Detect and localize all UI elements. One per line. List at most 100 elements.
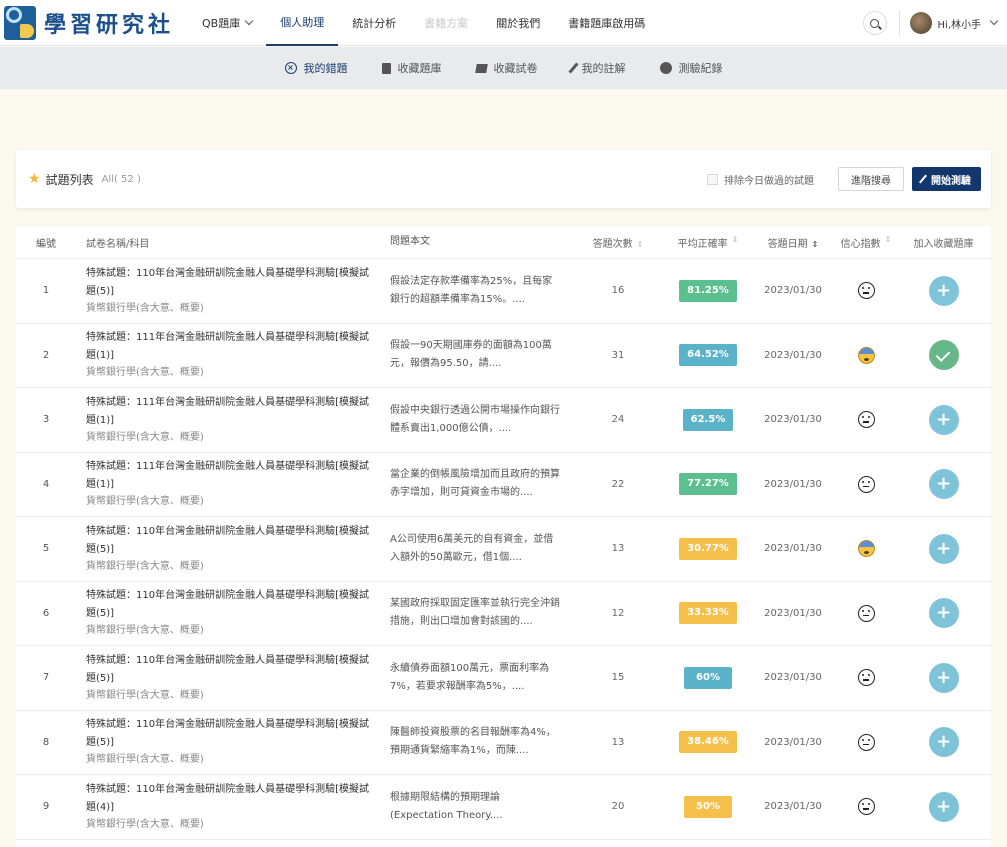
- avatar[interactable]: [909, 12, 932, 34]
- checkbox[interactable]: [707, 173, 718, 185]
- col-date[interactable]: 答題日期 ⇕: [750, 235, 836, 250]
- question-text[interactable]: A公司使用6萬美元的自有資金，並借入額外的50萬歐元，借1個....: [390, 531, 570, 567]
- add-to-collection-button[interactable]: +: [928, 727, 959, 758]
- search-icon: [870, 18, 880, 28]
- nav-item-label: QB題庫: [202, 16, 241, 30]
- subnav-item-label: 收藏題庫: [397, 62, 442, 75]
- question-text[interactable]: 當企業的倒帳風險增加而且政府的預算赤字增加，則可貸資金市場的....: [390, 466, 570, 502]
- exam-name[interactable]: 特殊試題：111年台灣金融研訓院金融人員基礎學科測驗[模擬試題(1)]: [86, 329, 378, 365]
- divider: [898, 10, 900, 36]
- nav-item-3: 書籍方案: [410, 0, 482, 46]
- question-text[interactable]: 假設一90天期國庫券的面額為100萬元，報價為95.50，請....: [390, 337, 570, 373]
- col-rate[interactable]: 平均正確率 ⇕: [666, 235, 750, 250]
- question-text[interactable]: 永續債券面額100萬元，票面利率為7%，若要求報酬率為5%，....: [390, 660, 570, 696]
- answer-date: 2023/01/30: [764, 543, 822, 555]
- exam-name[interactable]: 特殊試題：111年台灣金融研訓院金融人員基礎學科測驗[模擬試題(1)]: [86, 458, 378, 494]
- nav-item-label: 個人助理: [280, 15, 325, 29]
- neutral-face-icon[interactable]: [857, 604, 875, 622]
- question-text[interactable]: 根據期限結構的預期理論(Expectation Theory....: [390, 789, 570, 825]
- add-cell: +: [896, 533, 991, 564]
- nav-item-2[interactable]: 統計分析: [338, 0, 410, 46]
- col-no: 編號: [36, 238, 56, 250]
- table-row[interactable]: 1 特殊試題：110年台灣金融研訓院金融人員基礎學科測驗[模擬試題(5)] 貨幣銀行…: [16, 259, 991, 324]
- subnav-item-0[interactable]: × 我的錯題: [284, 60, 348, 76]
- book-icon: [381, 62, 391, 74]
- question-text[interactable]: 假設中央銀行透過公開市場操作向銀行體系賣出1,000億公債，....: [390, 402, 570, 438]
- exclude-today-label: 排除今日做過的試題: [724, 175, 814, 187]
- question-text[interactable]: 某國政府採取固定匯率並執行完全沖銷措施，則出口增加會對該國的....: [390, 595, 570, 631]
- neutral-face-icon[interactable]: [857, 411, 875, 429]
- table-header: 編號 試卷名稱/科目 問題本文 答題次數 ⇕ 平均正確率 ⇕ 答題日期 ⇕ 信心指數 ⇕…: [16, 226, 991, 259]
- worried-face-icon[interactable]: [857, 346, 875, 364]
- exclude-today-checkbox[interactable]: 排除今日做過的試題: [707, 172, 814, 187]
- exam-subject: 貨幣銀行學(含大意、概要): [86, 367, 204, 379]
- exam-name[interactable]: 特殊試題：111年台灣金融研訓院金融人員基礎學科測驗[模擬試題(1)]: [86, 394, 378, 430]
- col-times[interactable]: 答題次數 ⇕: [570, 235, 666, 250]
- exam-name[interactable]: 特殊試題：110年台灣金融研訓院金融人員基礎學科測驗[模擬試題(5)]: [86, 523, 378, 559]
- neutral-face-icon[interactable]: [857, 669, 875, 687]
- list-title: 試題列表: [45, 172, 94, 187]
- start-test-button[interactable]: 開始測驗: [912, 167, 981, 191]
- exam-name-cell: 特殊試題：111年台灣金融研訓院金融人員基礎學科測驗[模擬試題(1)] 貨幣銀行學…: [76, 458, 390, 510]
- accuracy-badge: 62.5%: [682, 408, 734, 431]
- clock-icon: [659, 62, 672, 74]
- table-row[interactable]: 2 特殊試題：111年台灣金融研訓院金融人員基礎學科測驗[模擬試題(1)] 貨幣銀行…: [16, 324, 991, 388]
- row-number: 3: [42, 414, 50, 426]
- answer-date: 2023/01/30: [764, 285, 822, 297]
- table-row[interactable]: 8 特殊試題：110年台灣金融研訓院金融人員基礎學科測驗[模擬試題(5)] 貨幣銀行…: [16, 711, 991, 775]
- accuracy-badge: 77.27%: [679, 473, 737, 496]
- table-row[interactable]: 7 特殊試題：110年台灣金融研訓院金融人員基礎學科測驗[模擬試題(5)] 貨幣銀行…: [16, 646, 991, 711]
- answer-count: 22: [611, 478, 625, 490]
- nav-item-4[interactable]: 關於我們: [482, 0, 554, 46]
- neutral-face-icon[interactable]: [857, 733, 875, 751]
- question-text[interactable]: 陳醫師投資股票的名目報酬率為4%，預期通貨緊縮率為1%，而陳....: [390, 724, 570, 760]
- x-circle-icon: ×: [284, 62, 297, 74]
- neutral-face-icon[interactable]: [857, 282, 875, 300]
- subnav-item-1[interactable]: 收藏題庫: [381, 60, 442, 76]
- user-greeting[interactable]: Hi,林小手: [938, 16, 981, 31]
- subnav-item-4[interactable]: 測驗紀錄: [659, 60, 723, 76]
- collected-check-button[interactable]: [928, 340, 959, 371]
- table-row[interactable]: 4 特殊試題：111年台灣金融研訓院金融人員基礎學科測驗[模擬試題(1)] 貨幣銀行…: [16, 453, 991, 517]
- exam-name[interactable]: 特殊試題：110年台灣金融研訓院金融人員基礎學科測驗[模擬試題(4)]: [86, 781, 378, 817]
- table-row[interactable]: 6 特殊試題：110年台灣金融研訓院金融人員基礎學科測驗[模擬試題(5)] 貨幣銀行…: [16, 582, 991, 646]
- table-row[interactable]: 9 特殊試題：110年台灣金融研訓院金融人員基礎學科測驗[模擬試題(4)] 貨幣銀行…: [16, 775, 991, 840]
- search-button[interactable]: [862, 11, 887, 35]
- row-number: 2: [42, 349, 50, 361]
- worried-face-icon[interactable]: [857, 540, 875, 558]
- add-to-collection-button[interactable]: +: [928, 404, 959, 435]
- add-to-collection-button[interactable]: +: [928, 662, 959, 693]
- add-to-collection-button[interactable]: +: [928, 533, 959, 564]
- add-cell: +: [896, 404, 991, 435]
- col-name: 試卷名稱/科目: [86, 238, 150, 250]
- add-to-collection-button[interactable]: +: [928, 598, 959, 629]
- subnav-item-3[interactable]: 我的註解: [567, 60, 626, 76]
- table-row[interactable]: 5 特殊試題：110年台灣金融研訓院金融人員基礎學科測驗[模擬試題(5)] 貨幣銀行…: [16, 517, 991, 582]
- neutral-face-icon[interactable]: [857, 798, 875, 816]
- confidence-cell: [836, 733, 896, 751]
- exam-name-cell: 特殊試題：110年台灣金融研訓院金融人員基礎學科測驗[模擬試題(5)] 貨幣銀行學…: [76, 652, 390, 704]
- add-to-collection-button[interactable]: +: [928, 275, 959, 306]
- nav-item-0[interactable]: QB題庫: [188, 0, 266, 46]
- list-count: All( 52 ): [101, 173, 141, 185]
- col-question: 問題本文: [390, 236, 430, 247]
- chevron-down-icon[interactable]: [989, 16, 999, 26]
- neutral-face-icon[interactable]: [857, 475, 875, 493]
- table-row[interactable]: 3 特殊試題：111年台灣金融研訓院金融人員基礎學科測驗[模擬試題(1)] 貨幣銀行…: [16, 388, 991, 453]
- top-navbar: 學習研究社 QB題庫 個人助理 統計分析 書籍方案 關於我們 書籍題庫啟用碼 Hi,林小手: [0, 0, 1007, 46]
- advanced-search-button[interactable]: 進階搜尋: [838, 167, 904, 191]
- add-to-collection-button[interactable]: +: [928, 469, 959, 500]
- exam-name[interactable]: 特殊試題：110年台灣金融研訓院金融人員基礎學科測驗[模擬試題(5)]: [86, 652, 378, 688]
- add-to-collection-button[interactable]: +: [928, 791, 959, 822]
- col-confidence[interactable]: 信心指數 ⇕: [836, 235, 896, 250]
- nav-item-1[interactable]: 個人助理: [266, 0, 339, 46]
- exam-name[interactable]: 特殊試題：110年台灣金融研訓院金融人員基礎學科測驗[模擬試題(5)]: [86, 587, 378, 623]
- subnav-item-2[interactable]: 收藏試卷: [474, 60, 538, 76]
- question-text[interactable]: 假設法定存款準備率為25%，且每家銀行的超額準備率為15%。....: [390, 273, 570, 309]
- exam-name[interactable]: 特殊試題：110年台灣金融研訓院金融人員基礎學科測驗[模擬試題(5)]: [86, 716, 378, 752]
- site-logo[interactable]: 學習研究社: [4, 0, 174, 46]
- nav-item-5[interactable]: 書籍題庫啟用碼: [554, 0, 659, 46]
- row-number: 9: [42, 801, 50, 813]
- sub-nav: × 我的錯題 收藏題庫 收藏試卷 我的註解 測驗紀錄: [0, 47, 1007, 89]
- exam-name[interactable]: 特殊試題：110年台灣金融研訓院金融人員基礎學科測驗[模擬試題(5)]: [86, 265, 378, 301]
